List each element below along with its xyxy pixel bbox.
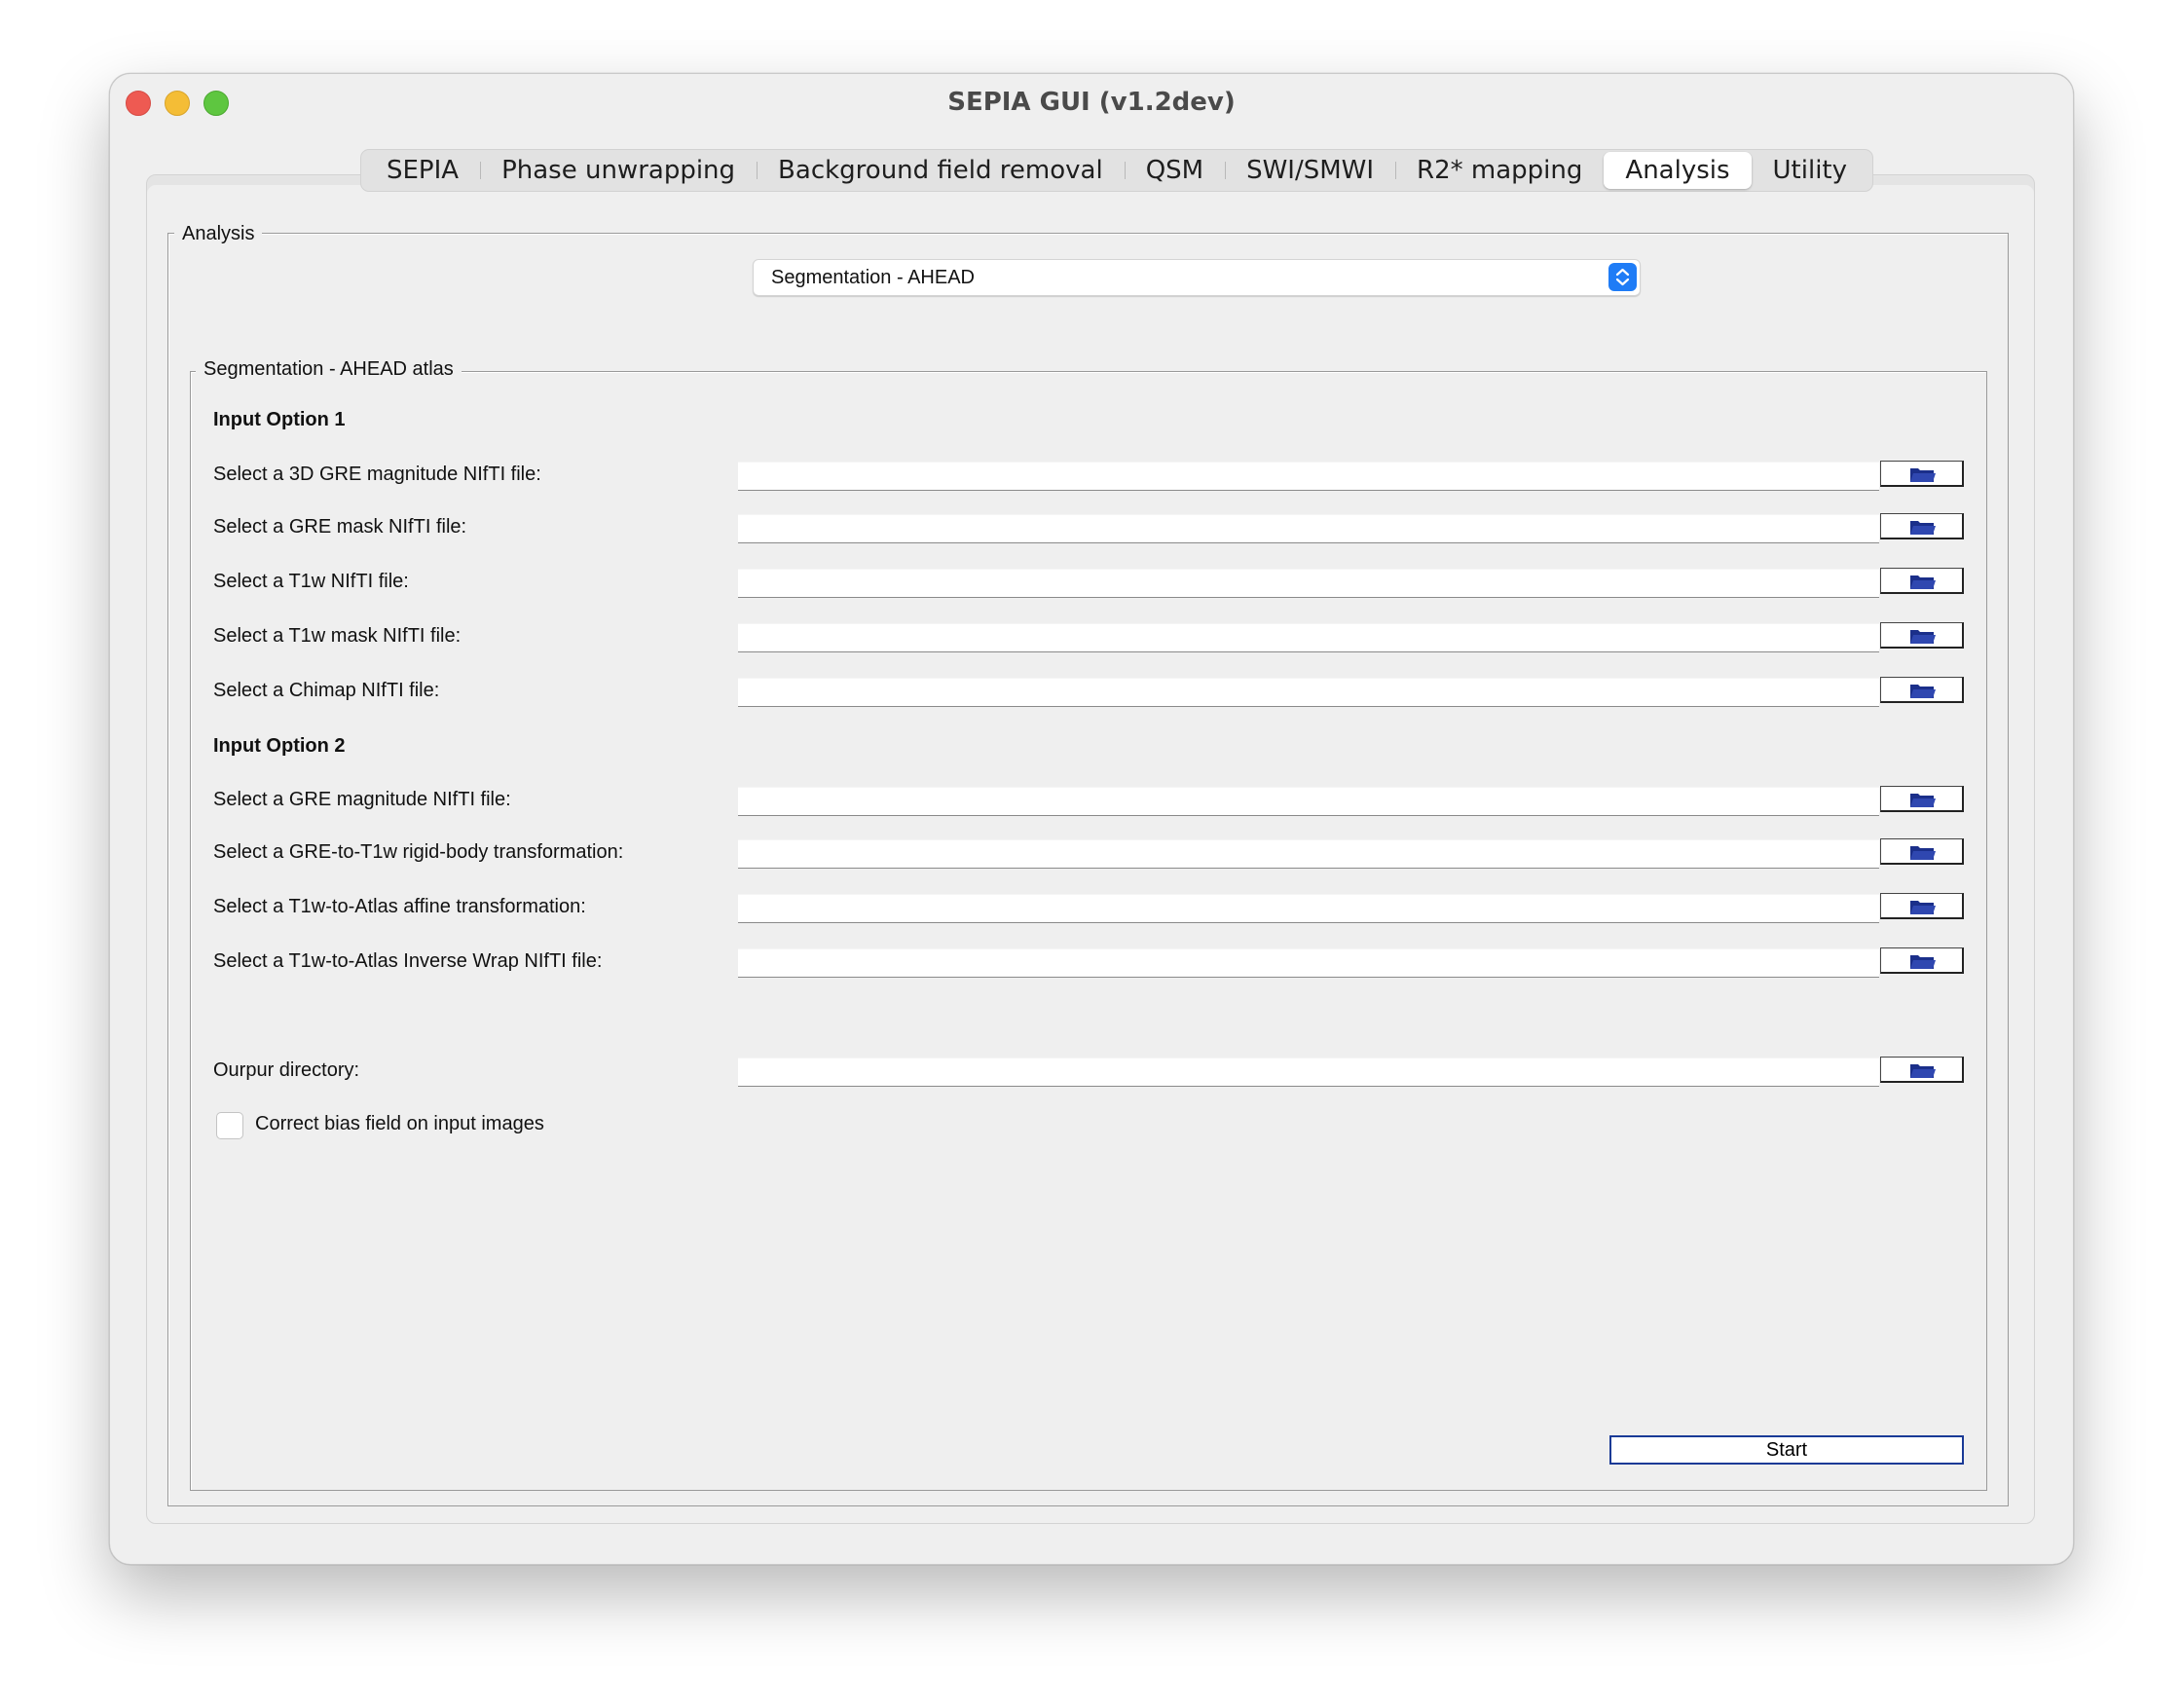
tab-r2star-mapping[interactable]: R2* mapping: [1395, 152, 1604, 189]
tab-swi-smwi[interactable]: SWI/SMWI: [1225, 152, 1395, 189]
title-bar: SEPIA GUI (v1.2dev): [110, 74, 2073, 129]
t1w-to-atlas-affine-label: Select a T1w-to-Atlas affine transformat…: [213, 896, 586, 917]
gre-magnitude-field[interactable]: [738, 787, 1879, 816]
t1w-label: Select a T1w NIfTI file:: [213, 571, 409, 592]
tab-qsm[interactable]: QSM: [1124, 152, 1225, 189]
tab-sepia[interactable]: SEPIA: [365, 152, 480, 189]
folder-icon: [1910, 846, 1936, 860]
chevron-updown-icon: [1608, 263, 1637, 291]
chimap-field[interactable]: [738, 678, 1879, 707]
gre-to-t1w-label: Select a GRE-to-T1w rigid-body transform…: [213, 841, 624, 863]
folder-icon: [1910, 521, 1936, 535]
gre-magnitude-browse-button[interactable]: [1880, 786, 1964, 812]
chimap-label: Select a Chimap NIfTI file:: [213, 680, 440, 701]
dropdown-selected-value: Segmentation - AHEAD: [771, 267, 975, 288]
t1w-to-atlas-affine-field[interactable]: [738, 894, 1879, 923]
bias-correction-checkbox[interactable]: [216, 1112, 243, 1139]
tab-utility[interactable]: Utility: [1752, 152, 1868, 189]
analysis-method-dropdown[interactable]: Segmentation - AHEAD: [753, 259, 1641, 296]
gre-mask-label: Select a GRE mask NIfTI file:: [213, 516, 467, 538]
start-button[interactable]: Start: [1609, 1435, 1964, 1465]
gre-mask-field[interactable]: [738, 514, 1879, 543]
input-option-1-heading: Input Option 1: [213, 409, 346, 430]
folder-icon: [1910, 794, 1936, 807]
tab-bar: SEPIA Phase unwrapping Background field …: [360, 149, 1874, 192]
t1w-mask-browse-button[interactable]: [1880, 622, 1964, 649]
inverse-wrap-label: Select a T1w-to-Atlas Inverse Wrap NIfTI…: [213, 950, 603, 972]
segmentation-group-label: Segmentation - AHEAD atlas: [196, 358, 462, 381]
gre-magnitude-3d-field[interactable]: [738, 462, 1879, 491]
output-directory-label: Ourpur directory:: [213, 1059, 360, 1081]
analysis-group-label: Analysis: [174, 223, 263, 245]
t1w-to-atlas-affine-browse-button[interactable]: [1880, 893, 1964, 919]
gre-magnitude-3d-browse-button[interactable]: [1880, 461, 1964, 487]
output-directory-field[interactable]: [738, 1058, 1879, 1087]
window-title: SEPIA GUI (v1.2dev): [947, 88, 1236, 117]
folder-icon: [1910, 901, 1936, 914]
chimap-browse-button[interactable]: [1880, 677, 1964, 703]
input-option-2-heading: Input Option 2: [213, 735, 346, 757]
folder-icon: [1910, 955, 1936, 969]
folder-icon: [1910, 576, 1936, 589]
t1w-browse-button[interactable]: [1880, 568, 1964, 594]
output-directory-browse-button[interactable]: [1880, 1057, 1964, 1083]
app-window: SEPIA GUI (v1.2dev) SEPIA Phase unwrappi…: [109, 73, 2074, 1565]
folder-icon: [1910, 468, 1936, 482]
t1w-mask-field[interactable]: [738, 623, 1879, 652]
tab-background-field-removal[interactable]: Background field removal: [757, 152, 1125, 189]
gre-mask-browse-button[interactable]: [1880, 513, 1964, 539]
folder-icon: [1910, 630, 1936, 644]
bias-correction-label: Correct bias field on input images: [255, 1113, 544, 1134]
t1w-mask-label: Select a T1w mask NIfTI file:: [213, 625, 462, 647]
folder-icon: [1910, 685, 1936, 698]
gre-magnitude-3d-label: Select a 3D GRE magnitude NIfTI file:: [213, 464, 541, 485]
gre-to-t1w-browse-button[interactable]: [1880, 838, 1964, 865]
t1w-field[interactable]: [738, 569, 1879, 598]
tab-analysis[interactable]: Analysis: [1604, 152, 1752, 189]
tab-phase-unwrapping[interactable]: Phase unwrapping: [480, 152, 757, 189]
inverse-wrap-browse-button[interactable]: [1880, 947, 1964, 974]
folder-icon: [1910, 1064, 1936, 1078]
inverse-wrap-field[interactable]: [738, 948, 1879, 978]
gre-magnitude-label: Select a GRE magnitude NIfTI file:: [213, 789, 511, 810]
gre-to-t1w-field[interactable]: [738, 839, 1879, 869]
